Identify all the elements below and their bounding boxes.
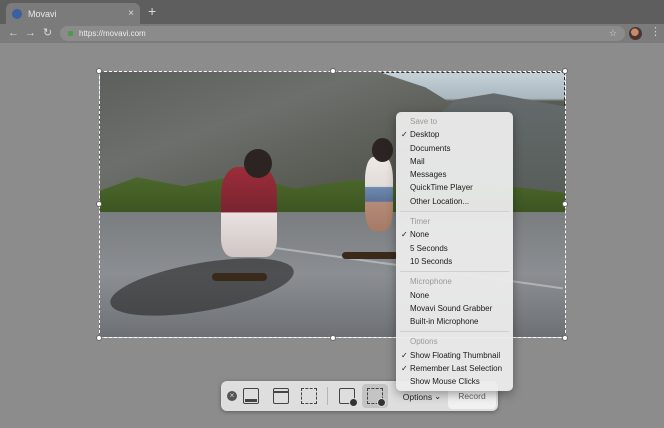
capture-window-icon[interactable] bbox=[273, 388, 289, 404]
menu-item-label: QuickTime Player bbox=[410, 183, 473, 193]
capture-screen-icon[interactable] bbox=[243, 388, 259, 404]
menu-header-timer: Timer bbox=[410, 217, 431, 227]
back-button[interactable]: ← bbox=[8, 26, 19, 40]
menu-item-movavi-sound-grabber[interactable]: Movavi Sound Grabber bbox=[396, 302, 513, 315]
menu-item-mic-none[interactable]: None bbox=[396, 289, 513, 302]
photo-skater-back bbox=[365, 156, 393, 231]
tab-close-icon[interactable]: × bbox=[128, 8, 134, 19]
menu-item-desktop[interactable]: ✓ Desktop bbox=[396, 128, 513, 141]
browser-menu-icon[interactable]: ⋮ bbox=[650, 25, 661, 38]
record-selection-icon[interactable] bbox=[367, 388, 386, 407]
tab-title: Movavi bbox=[28, 8, 57, 19]
photo-skater-front-head bbox=[244, 148, 273, 178]
resize-handle-right[interactable] bbox=[562, 201, 568, 207]
browser-toolbar: ← → ↻ https://movavi.com ☆ ⋮ bbox=[0, 24, 664, 43]
tab-bar: Movavi × + bbox=[0, 0, 664, 24]
url-text[interactable]: https://movavi.com bbox=[79, 29, 609, 38]
record-dot-icon bbox=[349, 398, 358, 407]
resize-handle-bottom-right[interactable] bbox=[562, 335, 568, 341]
close-icon[interactable]: × bbox=[227, 391, 237, 401]
menu-item-label: Built-in Microphone bbox=[410, 317, 479, 327]
menu-item-5-seconds[interactable]: 5 Seconds bbox=[396, 242, 513, 255]
menu-separator bbox=[400, 211, 509, 213]
menu-header-save-to: Save to bbox=[410, 117, 438, 126]
profile-avatar[interactable] bbox=[629, 27, 642, 40]
menu-item-label: None bbox=[410, 290, 430, 300]
menu-separator bbox=[400, 271, 509, 273]
checkmark-icon: ✓ bbox=[401, 364, 408, 374]
menu-item-mail[interactable]: Mail bbox=[396, 155, 513, 168]
checkmark-icon: ✓ bbox=[401, 130, 408, 140]
movavi-favicon-icon bbox=[12, 8, 22, 19]
new-tab-button[interactable]: + bbox=[148, 4, 156, 18]
menu-item-documents[interactable]: Documents bbox=[396, 142, 513, 155]
options-label: Options bbox=[402, 391, 433, 402]
record-screen-icon[interactable] bbox=[339, 388, 358, 407]
menu-item-label: Other Location... bbox=[410, 196, 470, 206]
menu-item-label: 5 Seconds bbox=[410, 243, 448, 253]
menu-item-label: Mail bbox=[410, 156, 425, 166]
menu-item-messages[interactable]: Messages bbox=[396, 168, 513, 181]
resize-handle-bottom-left[interactable] bbox=[96, 335, 102, 341]
menu-header-microphone: Microphone bbox=[410, 277, 452, 287]
menu-item-label: Messages bbox=[410, 170, 447, 180]
menu-item-label: Show Mouse Clicks bbox=[410, 377, 480, 387]
forward-button[interactable]: → bbox=[25, 26, 36, 40]
menu-item-quicktime-player[interactable]: QuickTime Player bbox=[396, 181, 513, 194]
menu-header-options: Options bbox=[410, 337, 438, 347]
resize-handle-top[interactable] bbox=[330, 68, 336, 74]
menu-item-built-in-microphone[interactable]: Built-in Microphone bbox=[396, 315, 513, 328]
menu-item-label: 10 Seconds bbox=[410, 256, 453, 266]
menu-item-label: None bbox=[410, 230, 430, 240]
photo-skater-back-head bbox=[372, 138, 393, 163]
record-dot-icon bbox=[377, 398, 386, 407]
menu-item-label: Documents bbox=[410, 143, 451, 153]
menu-item-label: Desktop bbox=[410, 130, 440, 140]
menu-separator bbox=[400, 331, 509, 333]
browser-tab[interactable]: Movavi × bbox=[6, 3, 140, 24]
menu-item-show-mouse-clicks[interactable]: Show Mouse Clicks bbox=[396, 375, 513, 388]
menu-item-remember-last-selection[interactable]: ✓ Remember Last Selection bbox=[396, 362, 513, 375]
address-bar[interactable]: https://movavi.com ☆ bbox=[60, 26, 625, 41]
checkmark-icon: ✓ bbox=[401, 230, 408, 240]
resize-handle-top-right[interactable] bbox=[562, 68, 568, 74]
toolbar-divider bbox=[327, 387, 328, 405]
menu-item-label: Show Floating Thumbnail bbox=[410, 350, 501, 360]
resize-handle-top-left[interactable] bbox=[96, 68, 102, 74]
photo-skateboard-front bbox=[211, 273, 268, 282]
menu-item-label: Movavi Sound Grabber bbox=[410, 303, 493, 313]
reload-button[interactable]: ↻ bbox=[43, 26, 52, 40]
photo-skateboard-back bbox=[341, 252, 398, 259]
photo-skater-front bbox=[220, 167, 277, 258]
menu-item-other-location[interactable]: Other Location... bbox=[396, 195, 513, 208]
menu-item-timer-none[interactable]: ✓ None bbox=[396, 228, 513, 241]
lock-icon bbox=[68, 31, 73, 36]
chevron-down-icon: ⌄ bbox=[434, 391, 442, 401]
menu-item-show-floating-thumbnail[interactable]: ✓ Show Floating Thumbnail bbox=[396, 349, 513, 362]
resize-handle-left[interactable] bbox=[96, 201, 102, 207]
resize-handle-bottom[interactable] bbox=[330, 335, 336, 341]
options-menu: Save to ✓ Desktop Documents Mail Messages… bbox=[396, 112, 513, 391]
bookmark-star-icon[interactable]: ☆ bbox=[609, 28, 617, 39]
checkmark-icon: ✓ bbox=[401, 350, 408, 360]
capture-selection-icon[interactable] bbox=[301, 388, 317, 404]
menu-item-label: Remember Last Selection bbox=[410, 364, 503, 374]
menu-item-10-seconds[interactable]: 10 Seconds bbox=[396, 255, 513, 268]
